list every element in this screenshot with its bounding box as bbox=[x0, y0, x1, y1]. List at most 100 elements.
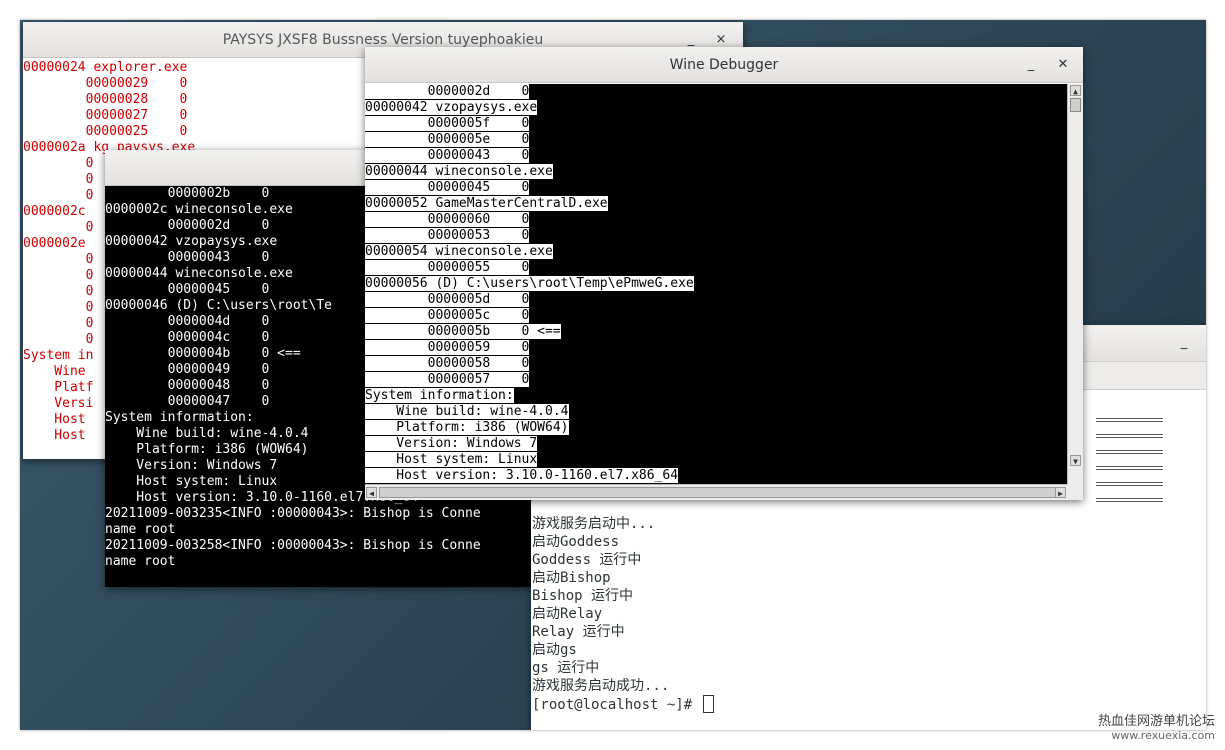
divider bbox=[1096, 485, 1163, 486]
terminal-line: 游戏服务启动中... bbox=[532, 516, 656, 532]
console-line: 00000059 0 bbox=[365, 340, 1067, 356]
console-line-text: Platform: i386 (WOW64) bbox=[365, 420, 569, 435]
console-line-text: 00000053 0 bbox=[365, 228, 530, 243]
console-line-text: 0000002d 0 bbox=[365, 84, 530, 99]
console-line-text: System information: bbox=[365, 388, 514, 403]
console-line-text: 00000045 0 bbox=[365, 180, 530, 195]
divider bbox=[1096, 450, 1163, 451]
console-line: name root bbox=[105, 522, 176, 537]
debugger-title: Wine Debugger bbox=[669, 56, 779, 73]
console-line: Host version: 3.10.0-1160.el7.x86_64 bbox=[365, 468, 1067, 484]
console-line: 0000005b 0 <== bbox=[365, 324, 1067, 340]
console-line: 00000052 GameMasterCentralD.exe bbox=[365, 196, 1067, 212]
console-line-text: 00000060 0 bbox=[365, 212, 530, 227]
console-line-text: 00000052 GameMasterCentralD.exe bbox=[365, 196, 608, 211]
console-line-text: 00000057 0 bbox=[365, 372, 530, 387]
watermark-url: www.rexuexia.com bbox=[1111, 729, 1215, 742]
console-line-text: 0000005d 0 bbox=[365, 292, 530, 307]
console-line-text: Version: Windows 7 bbox=[365, 436, 538, 451]
minimize-button[interactable]: _ bbox=[1174, 333, 1194, 353]
terminal-line: Relay 运行中 bbox=[532, 624, 625, 640]
scroll-up-icon[interactable]: ▲ bbox=[1070, 85, 1081, 96]
console-line: 00000055 0 bbox=[365, 260, 1067, 276]
terminal-line: 启动gs bbox=[532, 642, 577, 658]
console-line: 00000054 wineconsole.exe bbox=[365, 244, 1067, 260]
divider bbox=[1096, 434, 1163, 435]
console-line: 00000042 vzopaysys.exe bbox=[365, 100, 1067, 116]
prompt-text: [root@localhost ~]# bbox=[532, 697, 701, 713]
console-line-text: Wine build: wine-4.0.4 bbox=[365, 404, 569, 419]
terminal-line: 启动Relay bbox=[532, 606, 603, 622]
console-line-text: 0000005f 0 bbox=[365, 116, 530, 131]
divider bbox=[1096, 421, 1163, 422]
wine-debugger-window[interactable]: Wine Debugger _ ✕ 0000002d 0 00000042 vzo… bbox=[365, 47, 1083, 500]
console-line: name root bbox=[105, 554, 176, 569]
divider bbox=[1096, 469, 1163, 470]
vertical-scrollbar[interactable]: ▲ ▼ bbox=[1067, 84, 1083, 484]
scroll-down-icon[interactable]: ▼ bbox=[1070, 455, 1081, 466]
console-line: 00000056 (D) C:\users\root\Temp\ePmweG.e… bbox=[365, 276, 1067, 292]
console-line-text: 00000042 vzopaysys.exe bbox=[365, 100, 538, 115]
console-line-text: 00000056 (D) C:\users\root\Temp\ePmweG.e… bbox=[365, 276, 694, 291]
console-line-text: 00000054 wineconsole.exe bbox=[365, 244, 553, 259]
console-line-text: 0000005b 0 <== bbox=[365, 324, 561, 339]
console-line: 0000005d 0 bbox=[365, 292, 1067, 308]
console-line: 00000057 0 bbox=[365, 372, 1067, 388]
scroll-right-icon[interactable]: ▶ bbox=[1055, 487, 1066, 498]
divider bbox=[1096, 418, 1163, 419]
console-line-text: 00000044 wineconsole.exe bbox=[365, 164, 553, 179]
console-line: 20211009-003235<INFO :00000043>: Bishop … bbox=[105, 506, 481, 521]
scroll-thumb[interactable] bbox=[379, 487, 1059, 498]
console-line-text: Host version: 3.10.0-1160.el7.x86_64 bbox=[365, 468, 679, 483]
terminal-line: Goddess 运行中 bbox=[532, 552, 642, 568]
terminal-line: Bishop 运行中 bbox=[532, 588, 634, 604]
terminal-line: gs 运行中 bbox=[532, 660, 600, 676]
watermark-title: 热血佳网游单机论坛 bbox=[1097, 714, 1215, 729]
console-line-text: Host system: Linux bbox=[365, 452, 538, 467]
divider bbox=[1096, 482, 1163, 483]
console-line: Platform: i386 (WOW64) bbox=[365, 420, 1067, 436]
divider bbox=[1096, 466, 1163, 467]
divider bbox=[1096, 437, 1163, 438]
divider bbox=[1096, 501, 1163, 502]
minimize-button[interactable]: _ bbox=[1021, 55, 1041, 75]
console-line: 00000053 0 bbox=[365, 228, 1067, 244]
console-line: 0000005f 0 bbox=[365, 116, 1067, 132]
console-line: 00000044 wineconsole.exe bbox=[365, 164, 1067, 180]
console-line: Host system: Linux bbox=[365, 452, 1067, 468]
console-line: 20211009-003258<INFO :00000043>: Bishop … bbox=[105, 538, 481, 553]
watermark: 热血佳网游单机论坛 www.rexuexia.com bbox=[1098, 710, 1215, 742]
console-line-text: 0000005c 0 bbox=[365, 308, 530, 323]
debugger-titlebar[interactable]: Wine Debugger _ ✕ bbox=[365, 47, 1083, 83]
console-line-text: 00000043 0 bbox=[365, 148, 530, 163]
terminal-prompt[interactable]: [root@localhost ~]# bbox=[532, 695, 714, 714]
terminal-line: 游戏服务启动成功... bbox=[532, 678, 670, 694]
console-line-text: 00000059 0 bbox=[365, 340, 530, 355]
console-line: System information: bbox=[365, 388, 1067, 404]
close-button[interactable]: ✕ bbox=[1053, 55, 1073, 75]
terminal-line: 启动Goddess bbox=[532, 534, 620, 550]
console-line: 00000045 0 bbox=[365, 180, 1067, 196]
console-line: 00000060 0 bbox=[365, 212, 1067, 228]
terminal-line: 启动Bishop bbox=[532, 570, 611, 586]
console-line: 0000005e 0 bbox=[365, 132, 1067, 148]
scroll-left-icon[interactable]: ◀ bbox=[366, 487, 377, 498]
console-line: Version: Windows 7 bbox=[365, 436, 1067, 452]
console-line-text: 00000055 0 bbox=[365, 260, 530, 275]
divider bbox=[1096, 453, 1163, 454]
scroll-corner bbox=[1067, 484, 1083, 500]
console-line: 0000005c 0 bbox=[365, 308, 1067, 324]
console-line: 00000058 0 bbox=[365, 356, 1067, 372]
scroll-thumb[interactable] bbox=[1070, 98, 1081, 112]
console-line: Wine build: wine-4.0.4 bbox=[365, 404, 1067, 420]
desktop: PAYSYS JXSF8 Bussness Version tuyephoaki… bbox=[20, 20, 1206, 730]
console-line-text: 0000005e 0 bbox=[365, 132, 530, 147]
debugger-output: 0000002d 0 00000042 vzopaysys.exe 0000005… bbox=[365, 84, 1067, 484]
console-line-text: 00000058 0 bbox=[365, 356, 530, 371]
console-line: 00000043 0 bbox=[365, 148, 1067, 164]
paysys-title: PAYSYS JXSF8 Bussness Version tuyephoaki… bbox=[222, 31, 544, 48]
text-cursor bbox=[702, 695, 714, 713]
divider bbox=[1096, 498, 1163, 499]
horizontal-scrollbar[interactable]: ◀ ▶ bbox=[365, 484, 1067, 500]
console-line: 0000002d 0 bbox=[365, 84, 1067, 100]
